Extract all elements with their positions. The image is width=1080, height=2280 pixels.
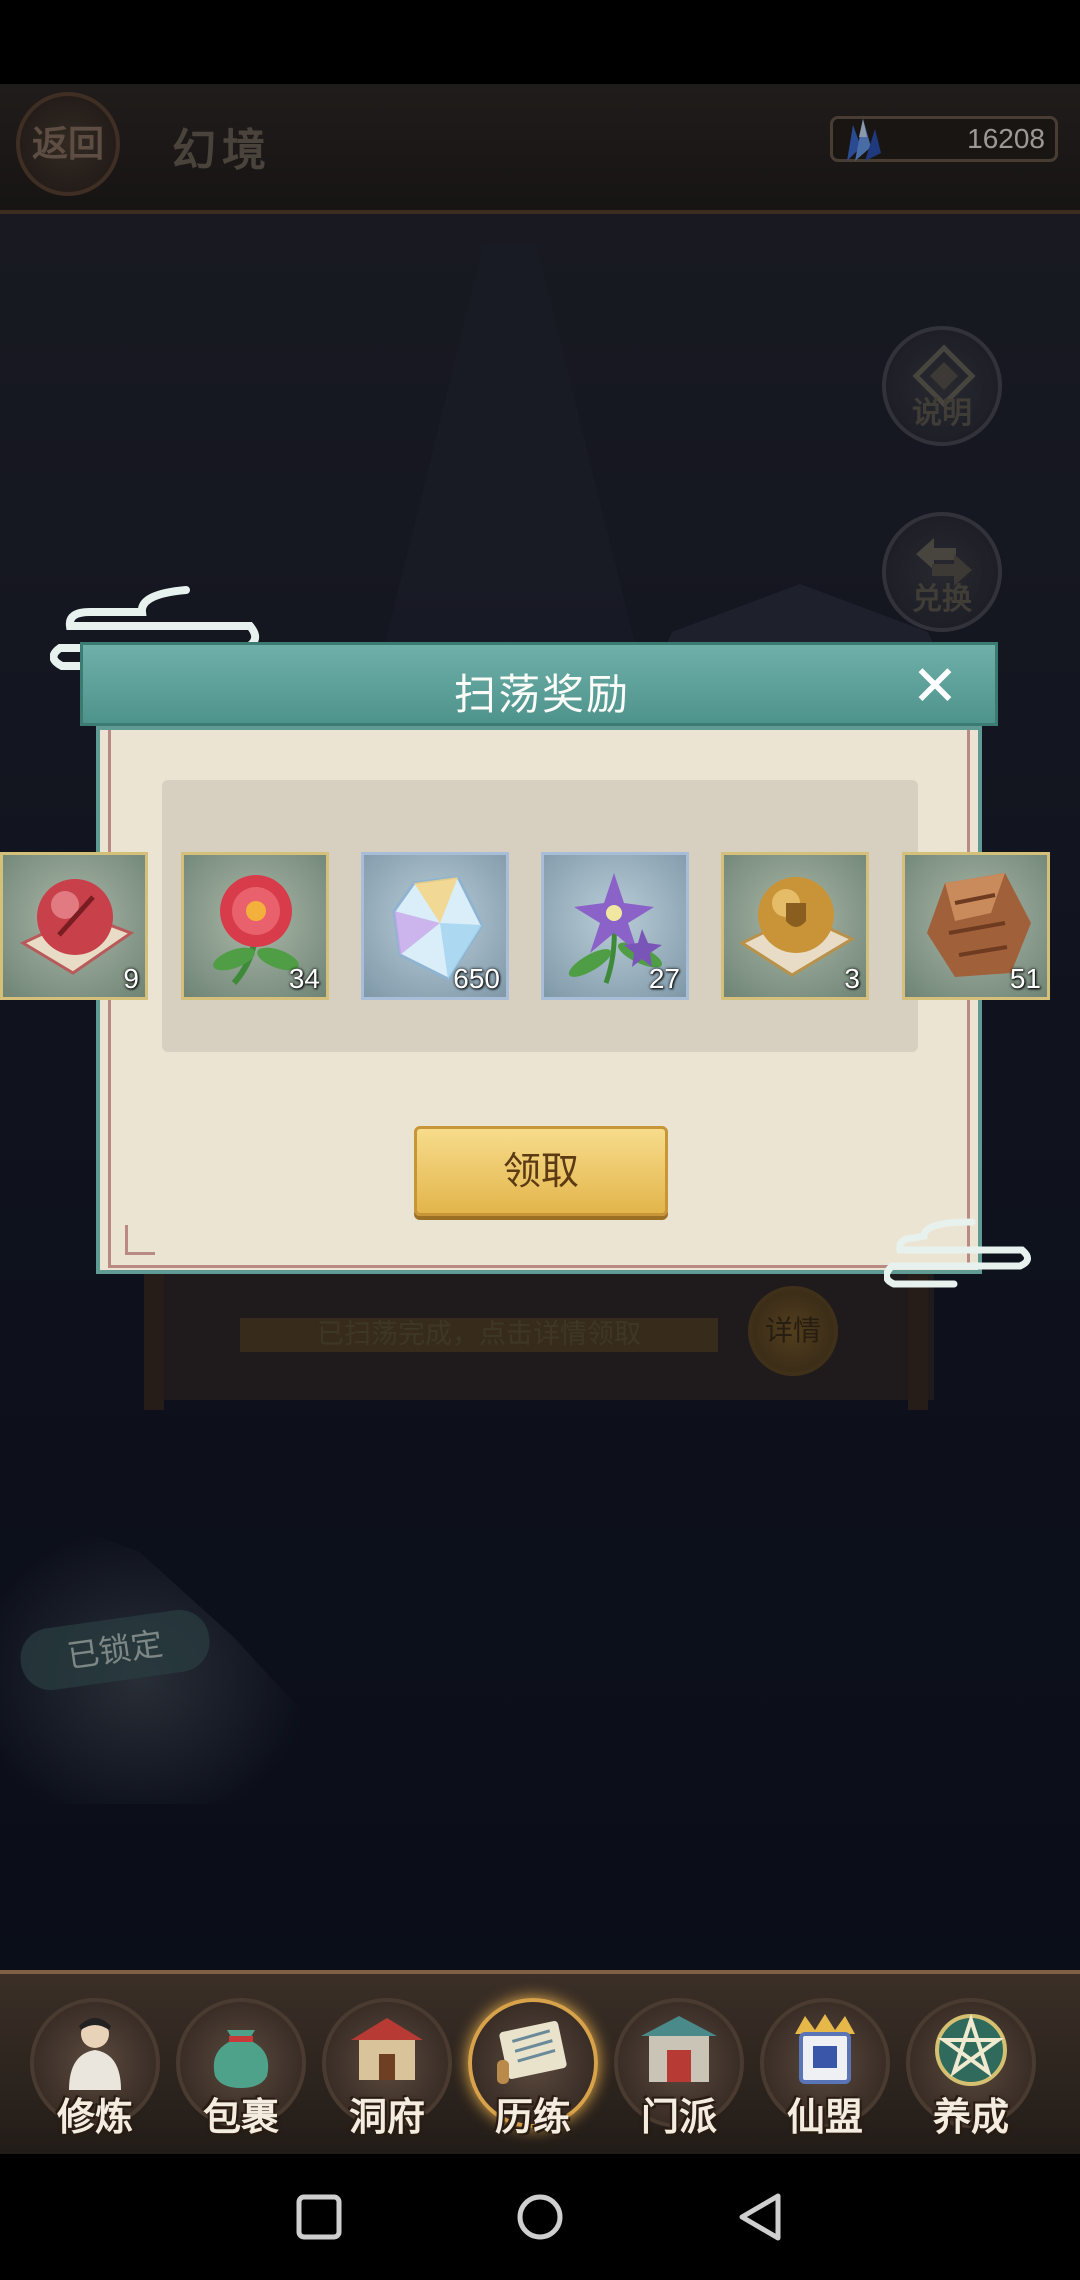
home-icon[interactable] xyxy=(505,2182,575,2252)
red-orb-icon xyxy=(19,879,135,975)
reward-item[interactable]: 650 xyxy=(361,852,509,1000)
nav-tab-label: 仙盟 xyxy=(786,2094,863,2139)
reward-quantity: 27 xyxy=(648,963,680,994)
nav-tab-bag[interactable]: 包裹 xyxy=(176,1998,306,2148)
back-triangle-icon[interactable] xyxy=(726,2182,796,2252)
nav-tab-sect[interactable]: 门派 xyxy=(614,1998,744,2148)
nav-tab-label: 修炼 xyxy=(56,2094,133,2139)
scroll-icon xyxy=(497,2021,567,2084)
reward-item[interactable]: 9 xyxy=(0,852,148,1000)
cloud-ornament-icon xyxy=(884,1218,1031,1288)
nav-tab-develop[interactable]: 养成 xyxy=(906,1998,1036,2148)
reward-item[interactable]: 51 xyxy=(902,852,1050,1000)
nav-tab-alliance[interactable]: 仙盟 xyxy=(760,1998,890,2148)
recent-apps-icon[interactable] xyxy=(284,2182,354,2252)
claim-button[interactable]: 领取 xyxy=(414,1126,668,1216)
nav-tab-label: 洞府 xyxy=(348,2094,425,2139)
alliance-icon xyxy=(795,2014,855,2084)
cave-house-icon xyxy=(351,2018,423,2080)
reward-quantity: 650 xyxy=(453,963,500,994)
close-button[interactable]: ✕ xyxy=(909,659,961,715)
nav-tab-cultivate[interactable]: 修炼 xyxy=(30,1998,160,2148)
nav-tab-label: 包裹 xyxy=(202,2094,279,2139)
sect-gate-icon xyxy=(641,2016,717,2082)
close-icon: ✕ xyxy=(911,654,959,719)
nav-tab-label: 养成 xyxy=(932,2094,1009,2139)
dialog-title: 扫荡奖励 xyxy=(453,670,630,719)
bottom-nav: 修炼 包裹 洞府 历练 门派 仙盟 养成 xyxy=(0,1970,1080,2154)
nav-tab-training[interactable]: 历练 xyxy=(468,1998,598,2148)
reward-quantity: 34 xyxy=(288,963,320,994)
system-nav-bar xyxy=(0,2154,1080,2280)
nav-tab-label: 历练 xyxy=(494,2094,571,2139)
corner-ornament xyxy=(125,1225,155,1255)
nav-tab-cave-house[interactable]: 洞府 xyxy=(322,1998,452,2148)
reward-quantity: 3 xyxy=(844,963,860,994)
golden-orb-icon xyxy=(738,877,856,977)
reward-quantity: 51 xyxy=(1009,963,1041,994)
status-bar xyxy=(0,0,1080,84)
reward-item[interactable]: 3 xyxy=(721,852,869,1000)
reward-quantity: 9 xyxy=(123,963,139,994)
dialog-header: 扫荡奖励 ✕ xyxy=(80,642,998,726)
reward-item[interactable]: 34 xyxy=(181,852,329,1000)
nav-tab-label: 门派 xyxy=(640,2094,717,2139)
pentagram-icon xyxy=(935,2013,1007,2086)
cultivator-icon xyxy=(69,2018,121,2090)
bag-icon xyxy=(213,2030,269,2088)
reward-item[interactable]: 27 xyxy=(541,852,689,1000)
